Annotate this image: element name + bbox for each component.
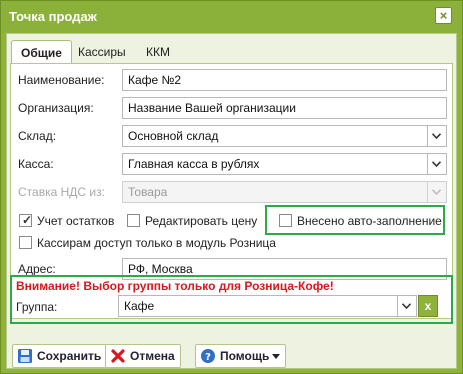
close-button[interactable]: ×	[435, 7, 452, 24]
organization-input[interactable]: Название Вашей организации	[122, 97, 447, 119]
tab-cashiers[interactable]: Кассиры	[69, 40, 135, 64]
name-input[interactable]: Кафе №2	[122, 69, 447, 91]
floppy-disk-icon	[18, 349, 32, 363]
close-icon: ×	[439, 8, 448, 23]
svg-text:?: ?	[205, 352, 211, 363]
chevron-down-icon	[432, 161, 441, 167]
group-dropdown-button[interactable]	[398, 295, 417, 317]
title-bar[interactable]: Точка продаж ×	[1, 1, 462, 33]
stock-accounting-label: Учет остатков	[37, 214, 115, 228]
warehouse-dropdown-button[interactable]	[428, 125, 447, 147]
dialog-window: Точка продаж × Общие Кассиры ККМ Наимено…	[0, 0, 463, 374]
chevron-down-icon	[432, 189, 441, 195]
edit-price-checkbox[interactable]	[127, 214, 140, 227]
caret-down-icon	[272, 354, 281, 360]
warehouse-select[interactable]: Основной склад	[122, 125, 428, 147]
tab-kkm[interactable]: ККМ	[137, 40, 179, 64]
checkmark-icon: ✓	[22, 213, 33, 227]
vat-source-dropdown-button	[428, 181, 447, 203]
red-x-icon	[111, 349, 125, 363]
help-button[interactable]: ? Помощь	[195, 344, 287, 368]
save-button-label: Сохранить	[37, 349, 102, 363]
stock-accounting-checkbox[interactable]: ✓	[19, 213, 33, 227]
vat-source-select: Товара	[122, 181, 428, 203]
autofill-highlight	[265, 205, 445, 235]
cashbox-select[interactable]: Главная касса в рублях	[122, 153, 428, 175]
cashbox-label: Касса:	[18, 157, 54, 171]
vat-source-label: Ставка НДС из:	[18, 185, 105, 199]
help-button-label: Помощь	[220, 349, 270, 363]
chevron-down-icon	[402, 303, 411, 309]
group-clear-button[interactable]: x	[418, 295, 438, 317]
retail-only-checkbox[interactable]	[19, 236, 32, 249]
cancel-button[interactable]: Отмена	[105, 344, 181, 368]
window-title: Точка продаж	[9, 9, 97, 24]
group-warning-text: Внимание! Выбор группы только для Розниц…	[16, 279, 334, 293]
dialog-body: Общие Кассиры ККМ Наименование: Кафе №2 …	[6, 33, 457, 369]
name-label: Наименование:	[18, 73, 105, 87]
cashbox-dropdown-button[interactable]	[428, 153, 447, 175]
edit-price-label: Редактировать цену	[145, 214, 258, 228]
chevron-down-icon	[432, 133, 441, 139]
help-question-icon: ?	[201, 349, 215, 363]
warehouse-label: Склад:	[18, 129, 57, 143]
save-button[interactable]: Сохранить	[12, 344, 108, 368]
group-label: Группа:	[16, 300, 58, 314]
organization-label: Организация:	[18, 101, 94, 115]
address-label: Адрес:	[18, 262, 56, 276]
retail-only-label: Кассирам доступ только в модуль Розница	[37, 236, 276, 250]
group-select[interactable]: Кафе	[118, 295, 398, 317]
tab-general[interactable]: Общие	[11, 40, 72, 64]
cancel-button-label: Отмена	[130, 349, 175, 363]
